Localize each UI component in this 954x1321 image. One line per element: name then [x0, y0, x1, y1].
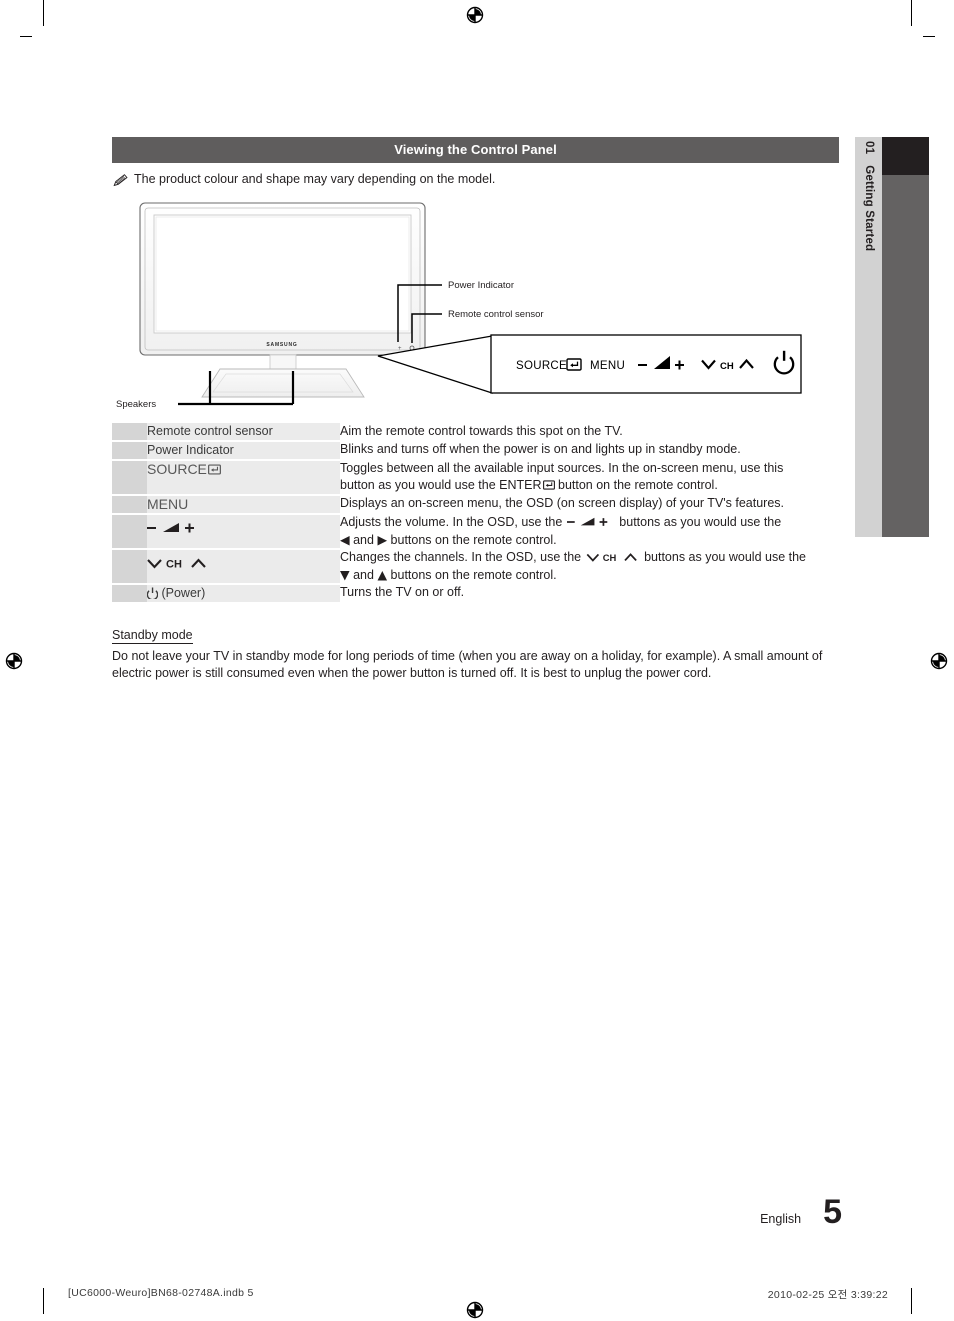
row-label: Remote control sensor — [147, 423, 340, 442]
row-label-text: SOURCE — [147, 461, 207, 477]
section-header-bar: Viewing the Control Panel — [112, 137, 839, 163]
table-row: Remote control sensor Aim the remote con… — [112, 423, 839, 442]
row-swatch — [112, 423, 147, 442]
crop-mark-top-right-horizontal — [923, 36, 935, 37]
svg-text:+: + — [398, 346, 402, 352]
row-description: Turns the TV on or off. — [340, 584, 839, 603]
row-description: Displays an on-screen menu, the OSD (on … — [340, 495, 839, 514]
callout-remote-control-sensor: Remote control sensor — [448, 309, 544, 320]
table-row: Adjusts the volume. In the OSD, use the … — [112, 514, 839, 550]
row-description: Aim the remote control towards this spot… — [340, 423, 839, 441]
print-filename: [UC6000-Weuro]BN68-02748A.indb 5 — [68, 1287, 254, 1299]
row-swatch — [112, 441, 147, 461]
row-desc-line: button as you would use the ENTER button… — [340, 477, 839, 495]
row-desc-line: Displays an on-screen menu, the OSD (on … — [340, 496, 785, 510]
table-row: CH Changes the channels. In the OSD, use… — [112, 549, 839, 585]
standby-heading: Standby mode — [112, 628, 193, 644]
channel-control-icon: CH — [147, 558, 206, 571]
control-label-source: SOURCE — [516, 360, 567, 372]
row-swatch — [112, 514, 147, 550]
note-row: The product colour and shape may vary de… — [112, 172, 839, 188]
registration-mark-left — [5, 652, 23, 670]
tv-diagram-svg: SAMSUNG + Power Indicator Remote control… — [116, 202, 802, 410]
crop-mark-top-right-vertical — [911, 0, 912, 26]
print-footer: [UC6000-Weuro]BN68-02748A.indb 5 2010-02… — [0, 1287, 954, 1303]
crop-mark-top-left-vertical — [43, 0, 44, 26]
svg-text:CH: CH — [166, 559, 182, 571]
callout-speakers: Speakers — [116, 399, 156, 410]
row-label: MENU — [147, 495, 340, 515]
chapter-tab-gray-block — [882, 175, 929, 537]
row-description: Adjusts the volume. In the OSD, use the … — [340, 514, 839, 549]
row-swatch — [112, 460, 147, 496]
row-description: Blinks and turns off when the power is o… — [340, 441, 839, 460]
table-row: Power Indicator Blinks and turns off whe… — [112, 441, 839, 461]
standby-body: Do not leave your TV in standby mode for… — [112, 649, 823, 680]
chapter-side-tab: 01 Getting Started — [855, 137, 929, 537]
row-description: Toggles between all the available input … — [340, 460, 839, 495]
table-row: SOURCE Toggles between all the available… — [112, 460, 839, 496]
control-label-ch: CH — [720, 361, 734, 372]
enter-icon — [542, 478, 555, 495]
note-text: The product colour and shape may vary de… — [134, 172, 496, 186]
row-desc-line: Aim the remote control towards this spot… — [340, 424, 623, 438]
row-label: CH — [147, 549, 340, 585]
row-desc-line: Adjusts the volume. In the OSD, use the … — [340, 515, 782, 529]
page-content: Viewing the Control Panel The product co… — [112, 137, 839, 682]
row-desc-line: ◀ and ▶ buttons on the remote control. — [340, 532, 557, 547]
chapter-tab-dark-block — [882, 137, 929, 175]
table-row: (Power) Turns the TV on or off. — [112, 584, 839, 604]
volume-control-icon — [147, 523, 194, 533]
standby-mode-section: Standby mode Do not leave your TV in sta… — [112, 626, 839, 682]
row-description: Changes the channels. In the OSD, use th… — [340, 549, 839, 584]
row-desc-line: Turns the TV on or off. — [340, 585, 465, 599]
row-label-text: (Power) — [161, 586, 206, 600]
right-arrow-icon: ▶ — [377, 532, 388, 547]
left-arrow-icon: ◀ — [340, 532, 350, 547]
table-row: MENU Displays an on-screen menu, the OSD… — [112, 495, 839, 515]
enter-icon — [207, 462, 221, 479]
row-desc-line: Changes the channels. In the OSD, use th… — [340, 550, 806, 564]
row-swatch — [112, 549, 147, 585]
print-timestamp: 2010-02-25 오전 3:39:22 — [767, 1289, 888, 1301]
chapter-title: Getting Started — [863, 165, 875, 252]
row-swatch — [112, 584, 147, 604]
volume-control-icon-inline — [566, 517, 608, 526]
registration-mark-right — [930, 652, 948, 670]
tv-brand-label: SAMSUNG — [266, 342, 297, 348]
row-desc-line: ▼ and ▲ buttons on the remote control. — [340, 567, 557, 582]
control-panel-table: Remote control sensor Aim the remote con… — [112, 423, 839, 604]
page-number: 5 — [823, 1193, 842, 1231]
volume-minus-icon — [638, 364, 647, 366]
crop-mark-top-left-horizontal — [20, 36, 32, 37]
row-desc-line: Blinks and turns off when the power is o… — [340, 442, 741, 456]
language-label: English — [760, 1212, 802, 1226]
registration-mark-top — [466, 6, 484, 24]
callout-power-indicator: Power Indicator — [448, 280, 514, 291]
channel-control-icon-inline: CH — [586, 552, 637, 563]
page-footer: English 5 — [760, 1195, 842, 1229]
row-label: SOURCE — [147, 460, 340, 496]
row-label: Power Indicator — [147, 441, 340, 461]
chapter-number: 01 — [863, 141, 875, 155]
chapter-tab-text: 01 Getting Started — [855, 137, 882, 537]
svg-text:CH: CH — [602, 552, 616, 563]
row-desc-line: Toggles between all the available input … — [340, 461, 784, 475]
row-label: (Power) — [146, 584, 340, 604]
pencil-note-icon — [113, 174, 128, 187]
row-swatch — [112, 495, 147, 515]
control-label-menu: MENU — [590, 360, 625, 372]
up-arrow-icon: ▲ — [377, 567, 388, 582]
down-arrow-icon: ▼ — [340, 567, 350, 582]
power-icon — [146, 587, 159, 601]
row-label — [147, 514, 340, 550]
tv-control-panel-diagram: SAMSUNG + Power Indicator Remote control… — [112, 193, 839, 411]
